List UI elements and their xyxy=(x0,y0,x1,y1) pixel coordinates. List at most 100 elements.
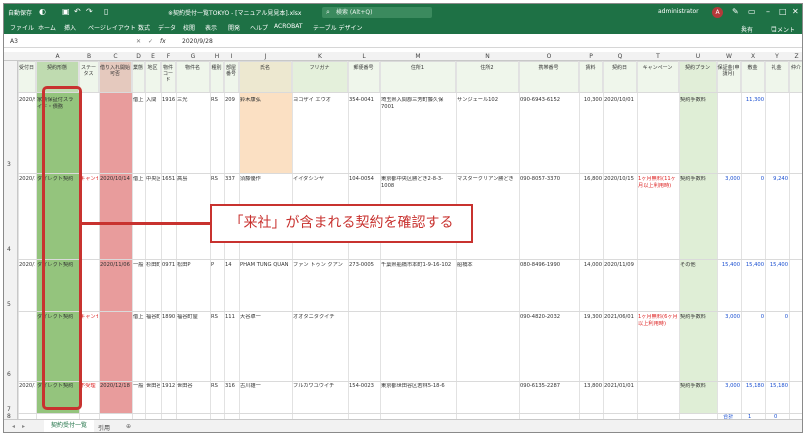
tab-scroll-right-icon[interactable]: ▸ xyxy=(22,423,25,430)
cell-area[interactable]: 杉田町 xyxy=(146,262,160,269)
column-letter-l[interactable]: L xyxy=(348,53,380,60)
column-letter-e[interactable]: E xyxy=(145,53,161,60)
column-letter-o[interactable]: O xyxy=(519,53,579,60)
autosave-toggle-icon[interactable]: ◐ xyxy=(39,7,46,17)
tab-data[interactable]: データ xyxy=(158,23,176,32)
cell-campaign[interactable] xyxy=(638,97,678,119)
cell-kana[interactable]: イイダシンヤ xyxy=(293,176,347,183)
cell-deposit[interactable]: 15,400 xyxy=(718,262,740,269)
cell-plan[interactable]: 契約手数料 xyxy=(680,383,716,390)
cell-plan[interactable]: その他 xyxy=(680,262,716,269)
row-number[interactable]: 4 xyxy=(7,246,11,253)
cell-plan[interactable]: 契約手数料 xyxy=(680,176,716,183)
cell-tel[interactable]: 090-4820-2032 xyxy=(520,314,578,321)
cell-addr1[interactable]: 東京都世田谷区若林5-18-6 xyxy=(381,383,455,405)
column-letter-a[interactable]: A xyxy=(36,53,79,60)
cell-biz[interactable]: 一般 xyxy=(133,383,144,390)
cell-name[interactable]: 世田谷 xyxy=(177,383,209,390)
cell-shiki[interactable]: 0 xyxy=(742,176,764,183)
cell-person[interactable]: 大谷卓一 xyxy=(240,314,291,336)
formula-input[interactable]: 2020/9/28 xyxy=(182,38,213,45)
row-number[interactable]: 3 xyxy=(7,161,11,168)
cell-addr1[interactable] xyxy=(381,314,455,336)
cell-room[interactable]: 14 xyxy=(225,262,238,269)
column-letter-g[interactable]: G xyxy=(176,53,210,60)
document-icon[interactable]: ▯ xyxy=(104,7,108,17)
cell-rei[interactable]: 15,180 xyxy=(766,383,788,390)
sheet-tab-quote[interactable]: 引用 xyxy=(98,423,110,432)
cell-addr1[interactable]: 千葉県船橋市本町1-9-16-102 xyxy=(381,262,455,284)
tab-file[interactable]: ファイル xyxy=(10,23,34,32)
row-number[interactable]: 6 xyxy=(7,371,11,378)
cell-code[interactable]: 1890 xyxy=(162,314,175,321)
cell-person[interactable]: 須藤優作 xyxy=(240,176,291,198)
column-letter-m[interactable]: M xyxy=(380,53,456,60)
search-box[interactable]: ⌕ 検索 (Alt+Q) xyxy=(322,7,432,18)
tab-table-design[interactable]: テーブル デザイン xyxy=(313,23,363,32)
cell-kind[interactable]: RS xyxy=(211,176,223,183)
formula-bar-cancel-icon[interactable]: ✕ xyxy=(136,38,141,45)
cell-tel[interactable]: 090-6135-2287 xyxy=(520,383,578,390)
cell-room[interactable]: 316 xyxy=(225,383,238,390)
cell-zip[interactable]: 273-0005 xyxy=(349,262,379,269)
cell-campaign[interactable]: 1ヶ月無料(11ヶ月以上利用時) xyxy=(638,176,678,198)
tab-review[interactable]: 校閲 xyxy=(183,23,195,32)
cell-status[interactable]: 不受理 xyxy=(80,383,98,390)
column-letter-c[interactable]: C xyxy=(99,53,132,60)
cell-room[interactable]: 111 xyxy=(225,314,238,321)
cell-deposit[interactable]: 3,000 xyxy=(718,176,740,183)
cell-area[interactable]: 福谷町 xyxy=(146,314,160,321)
cell-shiki[interactable]: 15,180 xyxy=(742,383,764,390)
cell-shiki[interactable]: 15,400 xyxy=(742,262,764,269)
cell-kind[interactable]: RS xyxy=(211,97,223,104)
cell-rent[interactable]: 14,000 xyxy=(580,262,602,269)
avatar[interactable]: A xyxy=(712,7,723,18)
cell-addr1[interactable]: 埼玉県入間郡三芳町藤久保7001 xyxy=(381,97,455,119)
cell-name[interactable]: 福谷町屋 xyxy=(177,314,209,321)
tab-formulas[interactable]: 数式 xyxy=(138,23,150,32)
cell-name[interactable]: 三光 xyxy=(177,97,209,104)
row-number[interactable]: 7 xyxy=(7,406,11,413)
cell-deposit[interactable]: 3,000 xyxy=(718,383,740,390)
column-letter-j[interactable]: J xyxy=(239,53,292,60)
cell-code[interactable]: 1916 xyxy=(162,97,175,104)
column-letter-i[interactable]: I xyxy=(224,53,239,60)
cell-borrow[interactable]: 2020/11/06 xyxy=(100,262,131,269)
column-letter-q[interactable]: Q xyxy=(603,53,637,60)
maximize-icon[interactable]: □ xyxy=(779,7,787,17)
cell-biz[interactable]: 借上 xyxy=(133,314,144,321)
cell-kana[interactable]: オオタニタクイチ xyxy=(293,314,347,321)
cell-area[interactable]: 世田谷 xyxy=(146,383,160,390)
add-sheet-icon[interactable]: ⊕ xyxy=(126,423,131,430)
column-letter-z[interactable]: Z xyxy=(789,53,802,60)
column-letter-n[interactable]: N xyxy=(456,53,519,60)
cell-status[interactable]: キャンセル xyxy=(80,176,98,183)
column-letter-u[interactable]: U xyxy=(679,53,717,60)
cell-date[interactable]: 2020/1 xyxy=(19,262,35,269)
cell-date[interactable]: 2020/1 xyxy=(19,383,35,390)
cell-tel[interactable]: 090-6943-6152 xyxy=(520,97,578,104)
cell-rent[interactable]: 19,300 xyxy=(580,314,602,321)
cell-tel[interactable]: 090-8057-3370 xyxy=(520,176,578,183)
tab-help[interactable]: ヘルプ xyxy=(250,23,268,32)
cell-shiki[interactable]: 0 xyxy=(742,314,764,321)
cell-rei[interactable]: 9,240 xyxy=(766,176,788,183)
tab-scroll-left-icon[interactable]: ◂ xyxy=(12,423,15,430)
cell-zip[interactable]: 354-0041 xyxy=(349,97,379,104)
cell-rei[interactable]: 0 xyxy=(766,314,788,321)
cell-rei[interactable]: 15,400 xyxy=(766,262,788,269)
cell-kana[interactable]: フルカワユウイチ xyxy=(293,383,347,390)
cell-name[interactable]: 高島 xyxy=(177,176,209,183)
column-letter-x[interactable]: X xyxy=(741,53,765,60)
column-letter-h[interactable]: H xyxy=(210,53,224,60)
cell-kana[interactable]: ファン トゥン クアン xyxy=(293,262,347,269)
cell-date[interactable]: 2020/9/ xyxy=(19,97,35,104)
cell-room[interactable]: 337 xyxy=(225,176,238,183)
cell-contract[interactable]: 2020/10/01 xyxy=(604,97,636,104)
tab-home[interactable]: ホーム xyxy=(38,23,56,32)
cell-plan[interactable]: 契約手数料 xyxy=(680,314,716,321)
redo-icon[interactable]: ↷ xyxy=(86,7,93,17)
cell-shiki[interactable]: 11,300 xyxy=(742,97,764,104)
cell-room[interactable]: 209 xyxy=(225,97,238,104)
cell-code[interactable]: 1651 xyxy=(162,176,175,183)
